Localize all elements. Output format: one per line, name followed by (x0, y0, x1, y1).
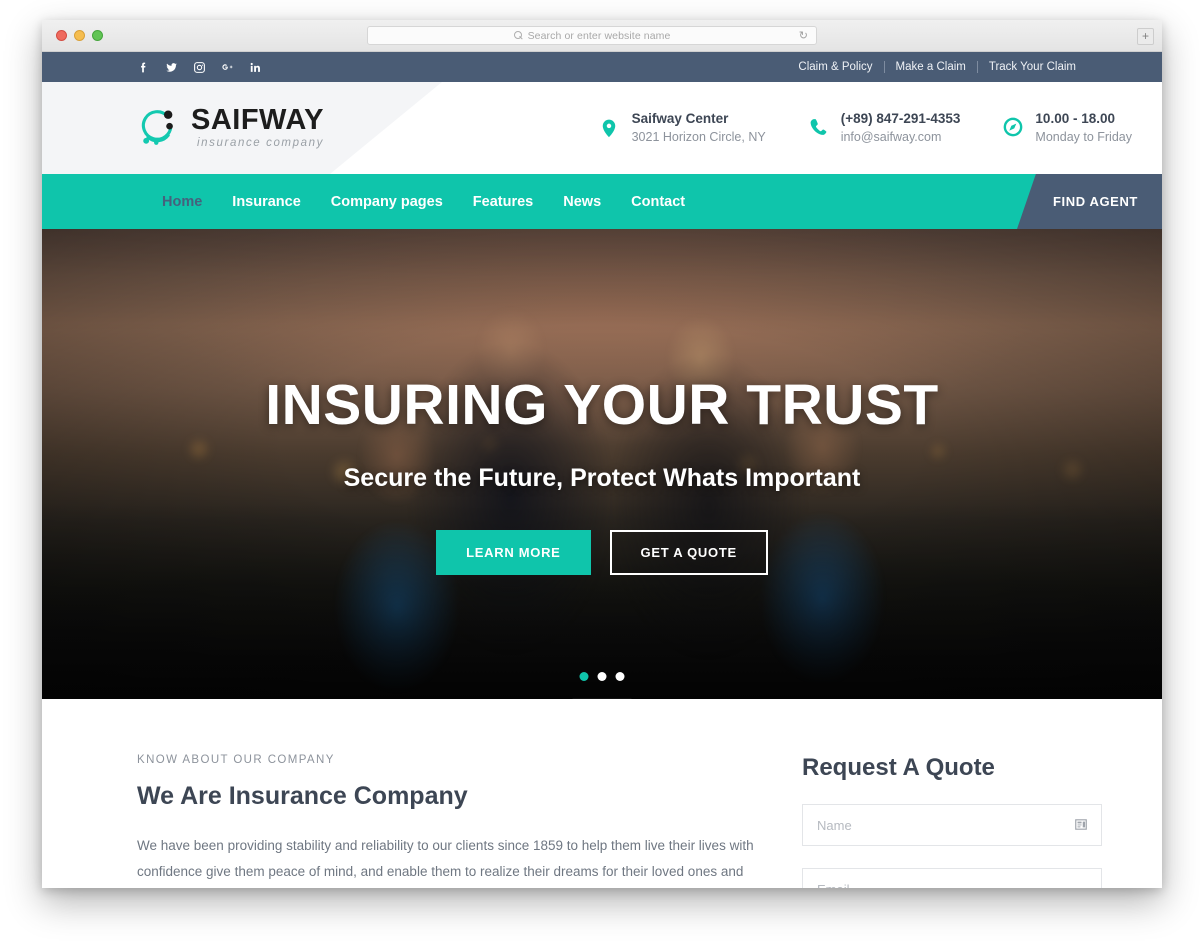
hero-buttons: LEARN MORE GET A QUOTE (436, 530, 768, 575)
header-contacts: Saifway Center 3021 Horizon Circle, NY (… (599, 110, 1132, 145)
location-pin-icon (599, 116, 621, 140)
new-tab-button[interactable]: + (1137, 28, 1154, 45)
name-input[interactable] (817, 817, 1087, 833)
contact-phone-sub: info@saifway.com (840, 129, 942, 144)
nav-links: Home Insurance Company pages Features Ne… (162, 194, 685, 210)
address-bar[interactable]: Search or enter website name ↻ (367, 26, 817, 45)
instagram-icon[interactable] (193, 61, 206, 74)
logo-tagline: insurance company (197, 137, 324, 150)
reload-icon[interactable]: ↻ (799, 31, 808, 42)
site-header: SAIFWAY insurance company Saifway Center… (42, 82, 1162, 174)
contact-phone-title: (+89) 847-291-4353 (840, 111, 961, 127)
nav-item-features[interactable]: Features (473, 194, 533, 210)
browser-titlebar: Search or enter website name ↻ + (42, 20, 1162, 52)
quote-form: Request A Quote (802, 754, 1102, 888)
about-eyebrow: KNOW ABOUT OUR COMPANY (137, 754, 335, 766)
logo-mark-icon (137, 106, 181, 150)
nav-item-insurance[interactable]: Insurance (232, 194, 301, 210)
contact-address-sub: 3021 Horizon Circle, NY (631, 129, 766, 144)
page-viewport: Claim & Policy Make a Claim Track Your C… (42, 52, 1162, 888)
link-make-a-claim[interactable]: Make a Claim (885, 61, 977, 73)
slider-pagination (579, 672, 625, 681)
close-window-button[interactable] (56, 30, 67, 41)
address-bar-placeholder: Search or enter website name (527, 29, 671, 42)
link-claim-policy[interactable]: Claim & Policy (787, 61, 883, 73)
social-links (137, 61, 262, 74)
name-field[interactable] (802, 804, 1102, 846)
hero-subtitle: Secure the Future, Protect Whats Importa… (343, 464, 861, 492)
link-track-your-claim[interactable]: Track Your Claim (978, 61, 1087, 73)
contact-phone: (+89) 847-291-4353 info@saifway.com (808, 110, 961, 145)
search-icon (513, 31, 523, 40)
contact-address-title: Saifway Center (631, 111, 729, 127)
find-agent-button[interactable]: FIND AGENT (1017, 174, 1162, 229)
twitter-icon[interactable] (165, 61, 178, 74)
linkedin-icon[interactable] (249, 61, 262, 74)
minimize-window-button[interactable] (74, 30, 85, 41)
clock-icon (1002, 116, 1024, 140)
email-input[interactable] (817, 881, 1087, 888)
phone-icon (808, 116, 830, 140)
logo-name: SAIFWAY (191, 104, 324, 137)
contact-hours-title: 10.00 - 18.00 (1035, 111, 1115, 127)
contact-hours: 10.00 - 18.00 Monday to Friday (1002, 110, 1132, 145)
contact-phone-text: (+89) 847-291-4353 info@saifway.com (841, 110, 961, 145)
site-logo[interactable]: SAIFWAY insurance company (137, 106, 324, 150)
contact-address: Saifway Center 3021 Horizon Circle, NY (599, 110, 766, 145)
header-inner: SAIFWAY insurance company Saifway Center… (42, 82, 1162, 174)
learn-more-button[interactable]: LEARN MORE (436, 530, 591, 575)
google-plus-icon[interactable] (221, 61, 234, 74)
contact-address-text: Saifway Center 3021 Horizon Circle, NY (632, 110, 766, 145)
about-section: KNOW ABOUT OUR COMPANY We Are Insurance … (42, 699, 1162, 888)
nav-item-contact[interactable]: Contact (631, 194, 685, 210)
facebook-icon[interactable] (137, 61, 150, 74)
nav-item-company-pages[interactable]: Company pages (331, 194, 443, 210)
nav-item-home[interactable]: Home (162, 194, 202, 210)
hero-slider: INSURING YOUR TRUST Secure the Future, P… (42, 229, 1162, 699)
about-title: We Are Insurance Company (137, 782, 468, 810)
contact-hours-sub: Monday to Friday (1035, 129, 1132, 144)
get-a-quote-button[interactable]: GET A QUOTE (609, 530, 768, 575)
about-column: KNOW ABOUT OUR COMPANY We Are Insurance … (137, 754, 757, 888)
slider-dot-2[interactable] (597, 672, 607, 681)
nav-item-news[interactable]: News (563, 194, 601, 210)
logo-text: SAIFWAY insurance company (191, 106, 324, 150)
address-bar-content: Search or enter website name (513, 29, 671, 42)
window-traffic-lights (56, 30, 103, 41)
contact-hours-text: 10.00 - 18.00 Monday to Friday (1035, 110, 1132, 145)
top-utility-bar: Claim & Policy Make a Claim Track Your C… (42, 52, 1162, 82)
contact-card-icon (1074, 818, 1088, 831)
browser-window: Search or enter website name ↻ + Claim &… (42, 20, 1162, 888)
slider-dot-3[interactable] (615, 672, 625, 681)
about-body: We have been providing stability and rel… (137, 838, 754, 880)
slider-dot-1[interactable] (579, 672, 589, 681)
main-navigation: Home Insurance Company pages Features Ne… (42, 174, 1162, 229)
hero-title: INSURING YOUR TRUST (265, 373, 939, 437)
find-agent-label: FIND AGENT (1053, 194, 1138, 209)
scroll-down-notch-icon[interactable] (572, 698, 632, 699)
utility-links: Claim & Policy Make a Claim Track Your C… (787, 61, 1087, 73)
quote-form-title: Request A Quote (802, 754, 995, 781)
hero-content: INSURING YOUR TRUST Secure the Future, P… (42, 229, 1162, 699)
email-field[interactable] (802, 868, 1102, 888)
maximize-window-button[interactable] (92, 30, 103, 41)
